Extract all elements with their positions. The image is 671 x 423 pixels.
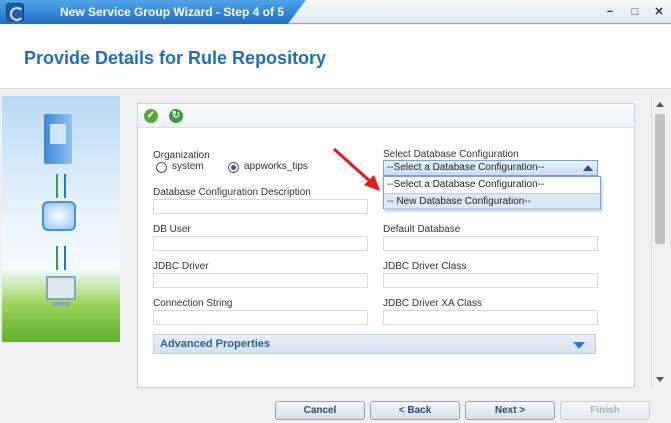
window-title: New Service Group Wizard - Step 4 of 5 <box>60 5 284 19</box>
arrow-down-icon <box>64 174 66 198</box>
form-panel: ✓ ↻ Organization system appworks_tips Se… <box>137 103 635 388</box>
maximize-button[interactable]: □ <box>628 5 642 19</box>
title-bar: New Service Group Wizard - Step 4 of 5 −… <box>0 0 671 24</box>
db-user-label: DB User <box>153 224 191 235</box>
db-config-label: Select Database Configuration <box>383 149 519 160</box>
service-gear-icon <box>42 201 76 231</box>
jdbc-driver-xa-field[interactable] <box>383 310 598 325</box>
vertical-scrollbar[interactable] <box>651 96 667 388</box>
jdbc-driver-class-label: JDBC Driver Class <box>383 261 467 272</box>
db-config-desc-field[interactable] <box>153 199 368 214</box>
default-db-label: Default Database <box>383 224 461 235</box>
db-config-select[interactable]: --Select a Database Configuration-- <box>383 160 598 176</box>
arrow-down-icon <box>64 246 66 270</box>
close-button[interactable]: ✕ <box>652 5 666 19</box>
annotation-arrow-icon <box>332 147 380 191</box>
back-button[interactable]: < Back <box>370 401 460 420</box>
db-config-option-new[interactable]: -- New Database Configuration-- <box>384 193 600 209</box>
monitor-icon <box>46 276 76 306</box>
jdbc-driver-label: JDBC Driver <box>153 261 209 272</box>
scroll-down-icon[interactable] <box>656 377 664 382</box>
advanced-properties-label: Advanced Properties <box>160 338 271 350</box>
connection-string-label: Connection String <box>153 298 233 309</box>
db-config-option[interactable]: --Select a Database Configuration-- <box>384 177 600 193</box>
caret-up-icon <box>583 165 593 171</box>
advanced-properties-bar[interactable]: Advanced Properties <box>153 334 596 354</box>
server-icon <box>44 114 72 164</box>
minimize-button[interactable]: − <box>603 5 617 19</box>
jdbc-driver-class-field[interactable] <box>383 273 598 288</box>
jdbc-driver-field[interactable] <box>153 273 368 288</box>
wizard-header: Provide Details for Rule Repository <box>0 25 671 89</box>
scroll-up-icon[interactable] <box>656 102 664 107</box>
db-config-dropdown: --Select a Database Configuration-- -- N… <box>383 176 601 209</box>
chevron-down-icon <box>573 342 585 349</box>
connection-string-field[interactable] <box>153 310 368 325</box>
radio-appworks-tips-label: appworks_tips <box>244 161 308 172</box>
cancel-button[interactable]: Cancel <box>275 401 365 420</box>
finish-button[interactable]: Finish <box>560 401 650 420</box>
radio-system-label: system <box>172 161 204 172</box>
radio-appworks-tips[interactable] <box>228 162 239 173</box>
radio-system[interactable] <box>156 162 167 173</box>
arrow-up-icon <box>56 174 58 198</box>
db-user-field[interactable] <box>153 236 368 251</box>
organization-label: Organization <box>153 150 210 161</box>
default-db-field[interactable] <box>383 236 598 251</box>
check-icon[interactable]: ✓ <box>144 109 158 123</box>
db-config-desc-label: Database Configuration Description <box>153 187 311 198</box>
arrow-up-icon <box>56 246 58 270</box>
side-illustration <box>2 96 120 342</box>
page-title: Provide Details for Rule Repository <box>24 48 327 68</box>
db-config-selected-value: --Select a Database Configuration-- <box>387 162 545 173</box>
next-button[interactable]: Next > <box>465 401 555 420</box>
jdbc-driver-xa-label: JDBC Driver XA Class <box>383 298 482 309</box>
refresh-icon[interactable]: ↻ <box>169 109 183 123</box>
scroll-thumb[interactable] <box>655 114 665 244</box>
app-icon <box>6 3 24 21</box>
panel-toolbar: ✓ ↻ <box>138 104 634 128</box>
